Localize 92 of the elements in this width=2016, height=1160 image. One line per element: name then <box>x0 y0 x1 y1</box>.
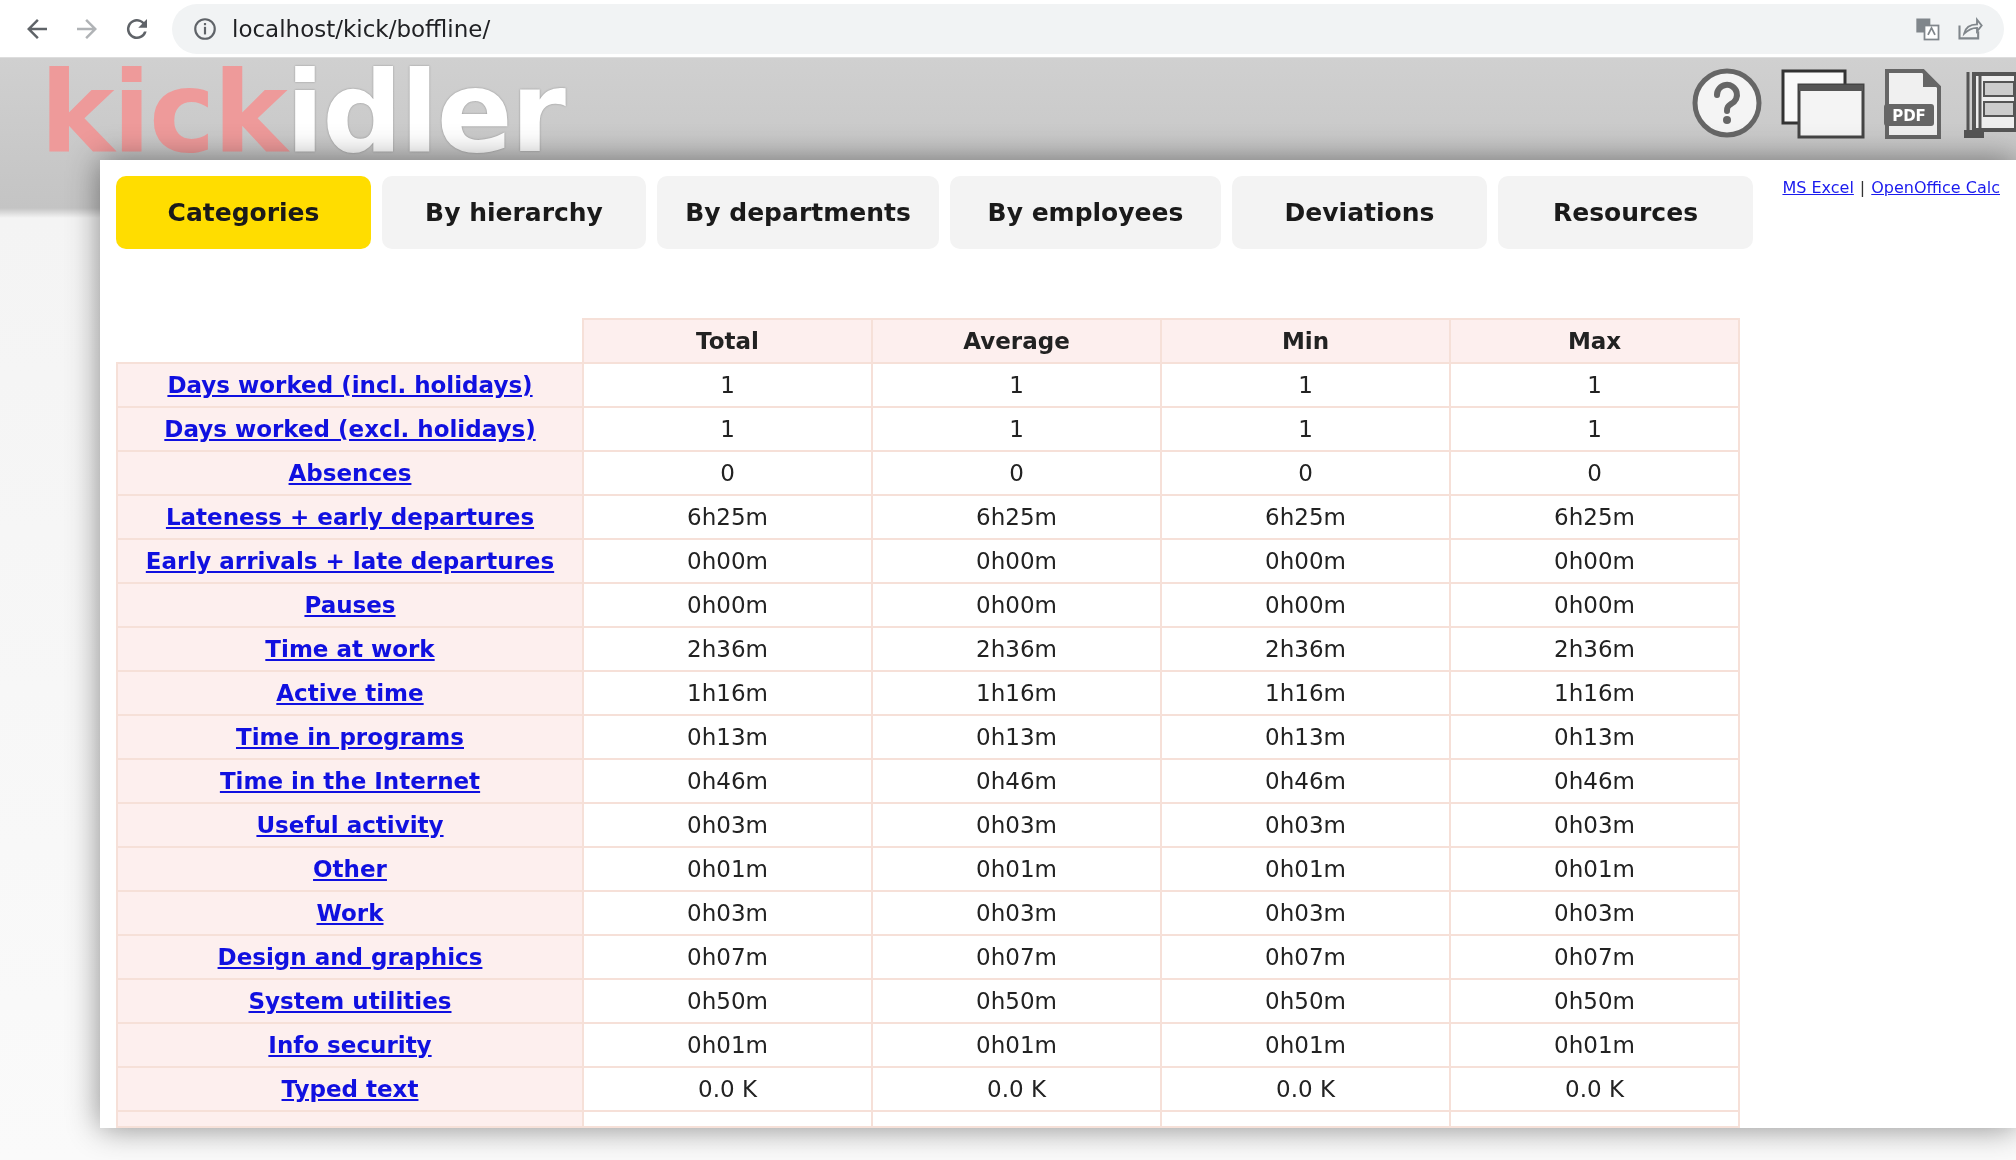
table-cell: 6h25m <box>1161 495 1450 539</box>
table-cell: 6h25m <box>583 495 872 539</box>
table-cell: 1 <box>583 407 872 451</box>
table-cell: 0 <box>1450 451 1739 495</box>
table-cell: 0h00m <box>872 583 1161 627</box>
separator-text: | <box>1859 178 1866 197</box>
table-cell: 0h13m <box>872 715 1161 759</box>
tab[interactable]: Deviations <box>1232 176 1487 249</box>
tab[interactable]: Categories <box>116 176 371 249</box>
table-cell: 0h00m <box>872 539 1161 583</box>
table-cell: 0h07m <box>1450 935 1739 979</box>
table-cell: 0h01m <box>1161 1023 1450 1067</box>
table-cell: 0h01m <box>872 1023 1161 1067</box>
table-cell: 0.0 K <box>583 1067 872 1111</box>
category-link[interactable]: Work <box>316 900 384 926</box>
table-cell: 0h01m <box>872 847 1161 891</box>
table-cell: 0h50m <box>1450 979 1739 1023</box>
tab[interactable]: By hierarchy <box>382 176 646 249</box>
table-cell: 1 <box>1450 363 1739 407</box>
table-cell: 2h36m <box>1450 627 1739 671</box>
table-cell: 0h00m <box>1450 583 1739 627</box>
table-cell: 1 <box>583 363 872 407</box>
table-cell: 1 <box>872 363 1161 407</box>
table-cell: 0h46m <box>872 759 1161 803</box>
table-cell: 1 <box>1161 407 1450 451</box>
table-cell: 1 <box>872 407 1161 451</box>
table-cell: 6h25m <box>872 495 1161 539</box>
table-cell: 2h36m <box>872 627 1161 671</box>
export-link[interactable]: MS Excel <box>1782 178 1854 197</box>
address-text[interactable]: localhost/kick/boffline/ <box>232 15 491 42</box>
table-cell: 0h03m <box>872 803 1161 847</box>
tab[interactable]: By employees <box>950 176 1221 249</box>
table-cell: 0h50m <box>583 979 872 1023</box>
table-cell: 0h07m <box>583 935 872 979</box>
table-cell: 0h46m <box>583 759 872 803</box>
table-cell: 6h25m <box>1450 495 1739 539</box>
table-cell: 0.0 K <box>872 1067 1161 1111</box>
table-cell: 0h01m <box>1450 1023 1739 1067</box>
table-cell: 0h50m <box>872 979 1161 1023</box>
table-cell: 2h36m <box>583 627 872 671</box>
table-cell: 0h03m <box>872 891 1161 935</box>
table-cell: 0 <box>1161 451 1450 495</box>
export-link[interactable]: OpenOffice Calc <box>1871 178 2000 197</box>
table-cell: 1h16m <box>1161 671 1450 715</box>
category-link[interactable]: Other <box>313 856 387 882</box>
table-cell: 0h03m <box>1161 891 1450 935</box>
windows-icon[interactable] <box>1780 68 1866 140</box>
tab[interactable]: Resources <box>1498 176 1753 249</box>
table-cell: 0h01m <box>1450 847 1739 891</box>
table-cell: 0h07m <box>1161 935 1450 979</box>
table-cell: 0h01m <box>1161 847 1450 891</box>
table-cell: 0h50m <box>1161 979 1450 1023</box>
table-cell: 0h13m <box>583 715 872 759</box>
table-cell: 0h13m <box>1450 715 1739 759</box>
table-cell: 0h00m <box>583 539 872 583</box>
table-cell: 1 <box>1161 363 1450 407</box>
table-cell: 2h36m <box>1161 627 1450 671</box>
column-header: Min <box>1161 319 1450 363</box>
table-cell: 0h46m <box>1450 759 1739 803</box>
table-cell: 0h46m <box>1161 759 1450 803</box>
table-cell: 0h13m <box>1161 715 1450 759</box>
table-cell: 1 <box>1450 407 1739 451</box>
tab[interactable]: By departments <box>657 176 939 249</box>
table-cell: 0 <box>872 451 1161 495</box>
table-cell: 1h16m <box>1450 671 1739 715</box>
info-icon[interactable] <box>192 15 218 42</box>
table-cell: 0.0 K <box>1450 1067 1739 1111</box>
table-cell: 0h00m <box>583 583 872 627</box>
table-cell: 0h03m <box>583 803 872 847</box>
table-cell: 1h16m <box>583 671 872 715</box>
table-cell: 0h01m <box>583 847 872 891</box>
pdf-file-icon[interactable]: PDF <box>1884 68 1942 140</box>
table-cell: 0h01m <box>583 1023 872 1067</box>
table-cell: 0h00m <box>1450 539 1739 583</box>
column-header: Max <box>1450 319 1739 363</box>
column-header: Average <box>872 319 1161 363</box>
help-icon[interactable] <box>1692 68 1762 138</box>
table-cell: 0h03m <box>1450 891 1739 935</box>
table-cell: 1h16m <box>872 671 1161 715</box>
table-cell: 0h03m <box>1161 803 1450 847</box>
category-link[interactable]: Absences <box>288 460 412 486</box>
table-cell: 0.0 K <box>1161 1067 1450 1111</box>
category-link[interactable]: Active time <box>276 680 424 706</box>
table-cell: 0 <box>583 451 872 495</box>
table-cell: 0h03m <box>583 891 872 935</box>
table-cell: 0h03m <box>1450 803 1739 847</box>
table-cell: 0h00m <box>1161 583 1450 627</box>
table-cell: 0h00m <box>1161 539 1450 583</box>
column-header: Total <box>583 319 872 363</box>
category-link[interactable]: Pauses <box>304 592 396 618</box>
category-link[interactable]: Typed text <box>281 1076 419 1102</box>
table-cell: 0h07m <box>872 935 1161 979</box>
